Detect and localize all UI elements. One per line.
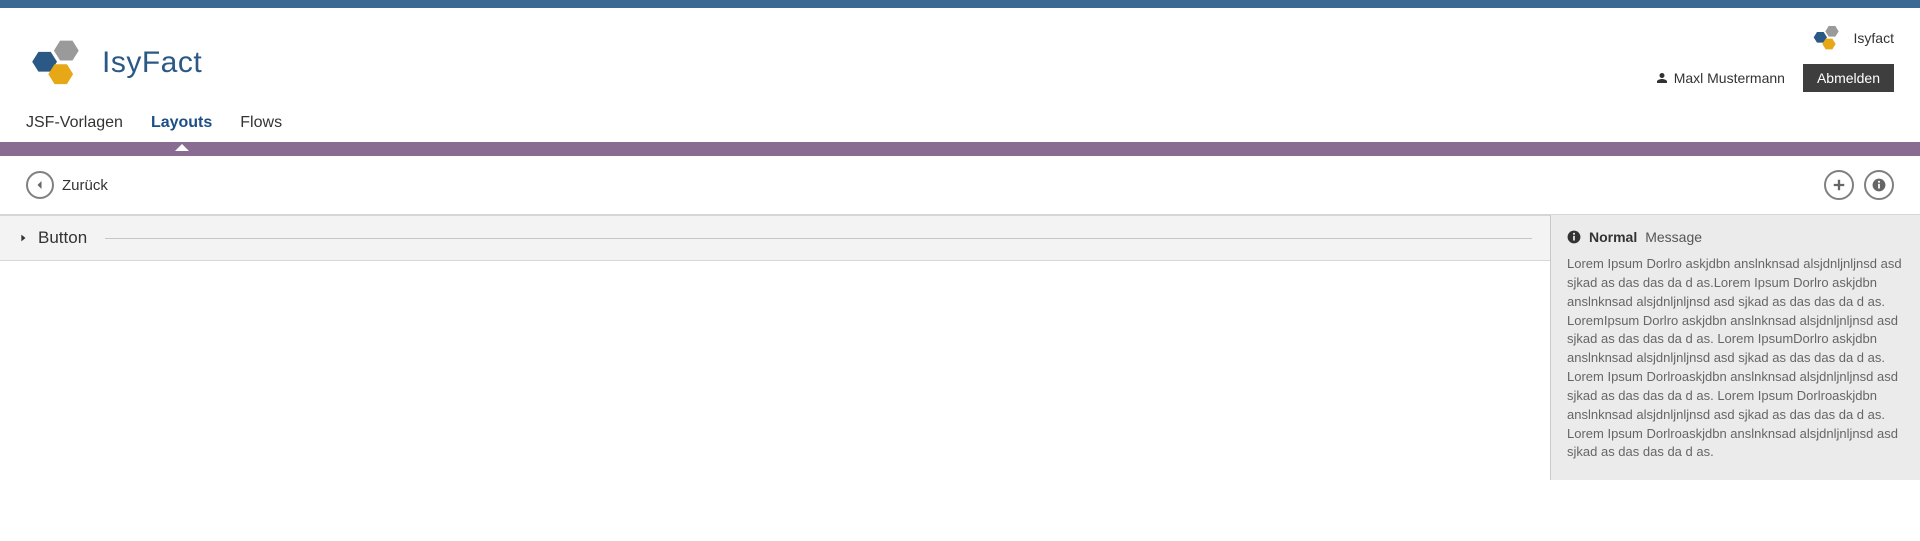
content-row: Button Normal Message Lorem Ipsum Dorlro… — [0, 215, 1920, 480]
info-panel: Normal Message Lorem Ipsum Dorlro askjdb… — [1550, 215, 1920, 480]
content-main: Button — [0, 215, 1550, 480]
nav-accent-bar — [0, 142, 1920, 156]
info-panel-title: Normal Message — [1567, 229, 1904, 245]
toolbar-right — [1824, 170, 1894, 200]
user-name: Maxl Mustermann — [1656, 70, 1785, 86]
section-title: Button — [38, 228, 87, 248]
user-name-text: Maxl Mustermann — [1674, 70, 1785, 86]
nav-item-flows[interactable]: Flows — [240, 114, 282, 142]
chevron-right-icon — [18, 231, 28, 245]
brand-small-label: Isyfact — [1854, 30, 1894, 46]
logo-small-icon — [1810, 26, 1844, 50]
back-icon-wrap — [26, 171, 54, 199]
info-heading-strong: Normal — [1589, 229, 1637, 245]
logo-block: IsyFact — [26, 40, 202, 86]
plus-icon — [1832, 178, 1846, 192]
nav-list: JSF-Vorlagen Layouts Flows — [26, 114, 1894, 142]
info-heading-light: Message — [1645, 229, 1702, 245]
nav-item-jsf[interactable]: JSF-Vorlagen — [26, 114, 123, 142]
info-circle-icon — [1567, 230, 1581, 244]
section-divider — [105, 238, 1532, 239]
logout-button[interactable]: Abmelden — [1803, 64, 1894, 92]
info-button[interactable] — [1864, 170, 1894, 200]
add-button[interactable] — [1824, 170, 1854, 200]
info-panel-body: Lorem Ipsum Dorlro askjdbn anslnknsad al… — [1567, 255, 1904, 462]
chevron-left-icon — [34, 179, 46, 191]
toolbar: Zurück — [0, 156, 1920, 215]
back-label: Zurück — [62, 177, 108, 194]
user-icon — [1656, 72, 1668, 84]
top-accent-bar — [0, 0, 1920, 8]
header: IsyFact Isyfact Maxl Mustermann Abmelden — [0, 8, 1920, 92]
main-nav: JSF-Vorlagen Layouts Flows — [0, 92, 1920, 142]
brand-small: Isyfact — [1810, 26, 1894, 50]
back-button[interactable]: Zurück — [26, 171, 108, 199]
nav-item-layouts[interactable]: Layouts — [151, 114, 212, 142]
user-row: Maxl Mustermann Abmelden — [1656, 64, 1894, 92]
section-header[interactable]: Button — [0, 215, 1550, 261]
logo-icon — [26, 40, 88, 86]
info-icon — [1872, 178, 1886, 192]
header-right: Isyfact Maxl Mustermann Abmelden — [1656, 26, 1894, 92]
logo-text: IsyFact — [102, 46, 202, 80]
